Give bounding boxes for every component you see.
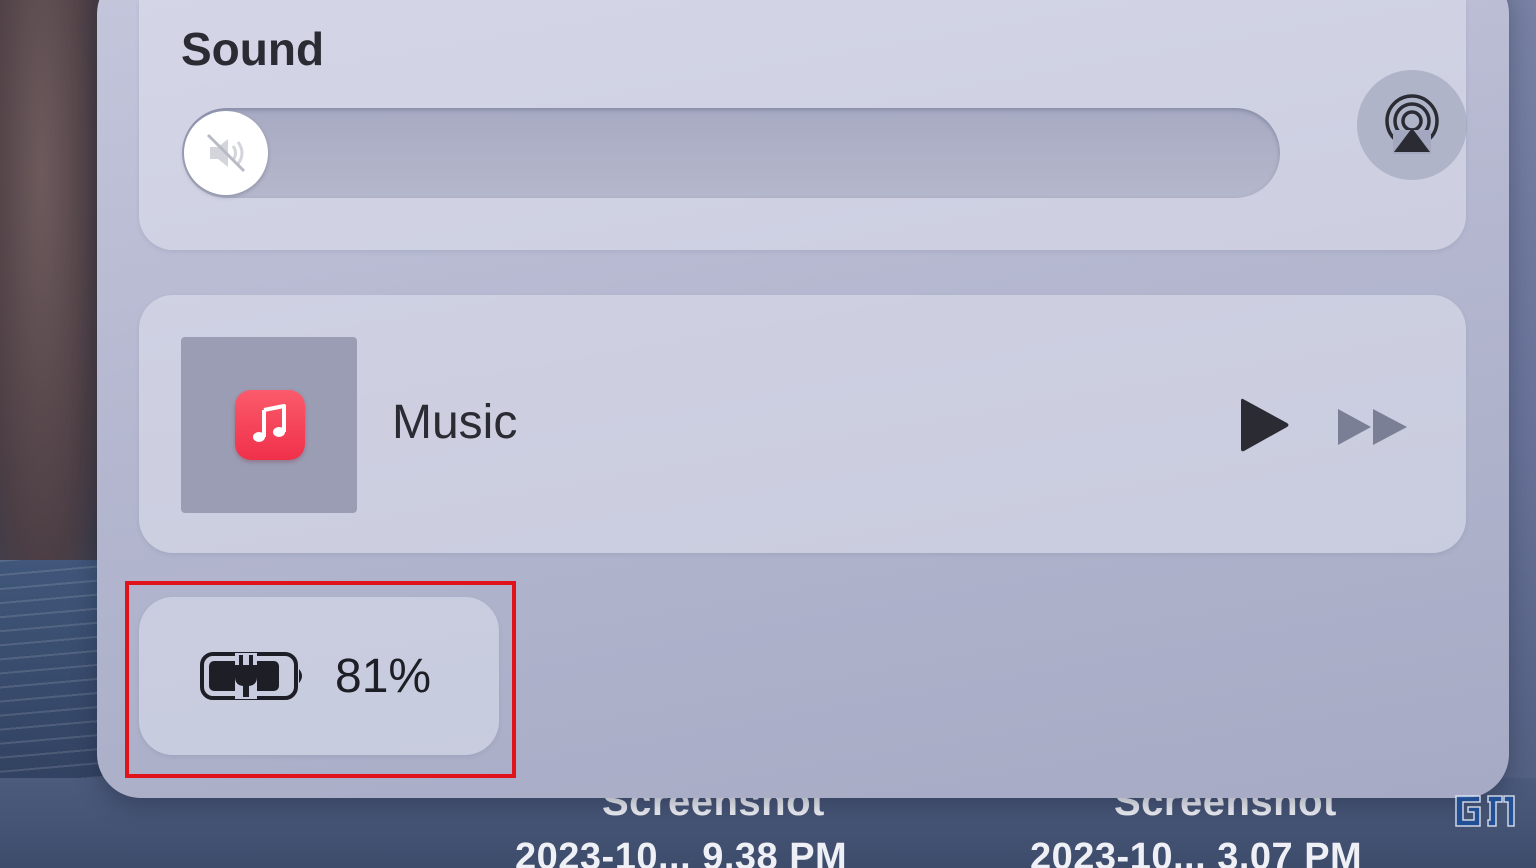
desktop: Screenshot 2023-10... 9.38 PM Screenshot… xyxy=(0,0,1536,868)
airplay-audio-icon xyxy=(1385,94,1439,154)
desktop-file-detail: 2023-10... 9.38 PM xyxy=(515,836,848,868)
play-button[interactable] xyxy=(1237,395,1293,455)
volume-slider[interactable] xyxy=(182,108,1280,198)
now-playing-module[interactable]: Music xyxy=(139,295,1466,553)
volume-slider-knob[interactable] xyxy=(184,111,268,195)
sound-title: Sound xyxy=(181,23,325,75)
fast-forward-button[interactable] xyxy=(1335,405,1411,449)
watermark-logo-icon xyxy=(1455,795,1515,827)
annotation-highlight-box xyxy=(125,581,516,778)
fast-forward-icon xyxy=(1338,409,1407,445)
sound-module: Sound xyxy=(139,0,1467,250)
music-note-icon xyxy=(235,390,305,460)
desktop-file-detail: 2023-10... 3.07 PM xyxy=(1030,836,1363,868)
play-icon xyxy=(1241,398,1289,452)
now-playing-app-name: Music xyxy=(392,396,518,449)
airplay-audio-button[interactable] xyxy=(1357,70,1467,180)
album-artwork[interactable] xyxy=(181,337,357,513)
speaker-muted-icon xyxy=(206,133,246,173)
